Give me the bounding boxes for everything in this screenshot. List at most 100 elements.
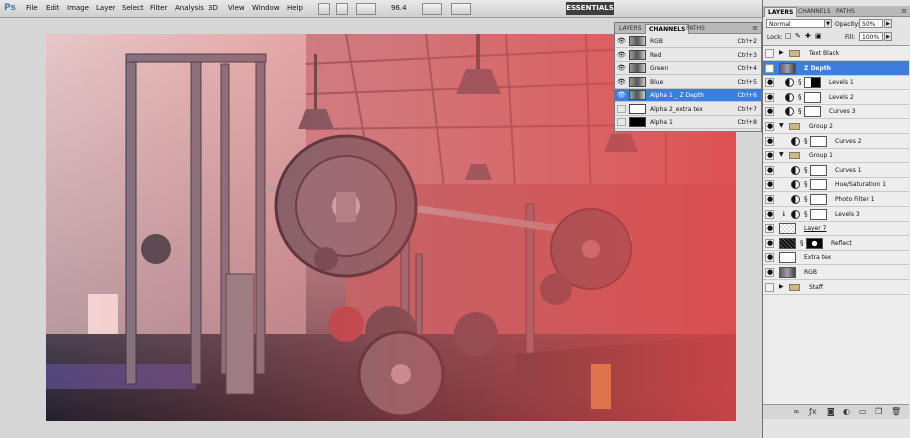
launch-mini-bridge-button[interactable] [336, 3, 348, 15]
link-icon[interactable]: § [798, 93, 802, 101]
layer-row[interactable]: ● ↓ § Levels 3 [763, 207, 909, 222]
menu-3d[interactable]: 3D [208, 4, 218, 12]
zoom-level[interactable]: 96.4 [391, 4, 407, 12]
layer-mask-thumbnail[interactable] [804, 91, 821, 103]
tab-paths[interactable]: PATHS [683, 24, 708, 34]
layer-group-row[interactable]: ▶ Text Black [763, 46, 909, 61]
visibility-toggle[interactable]: ● [765, 136, 774, 146]
layer-group-row[interactable]: ▶ Staff [763, 280, 909, 295]
chevron-right-icon[interactable]: ▶ [779, 283, 784, 290]
channel-row[interactable]: 👁 Red Ctrl+3 [615, 49, 761, 62]
layer-mask-thumbnail[interactable] [806, 237, 823, 249]
visibility-toggle[interactable]: ● [765, 268, 774, 277]
eye-icon[interactable]: 👁 [617, 91, 626, 99]
menu-edit[interactable]: Edit [46, 4, 60, 12]
link-icon[interactable]: § [798, 107, 802, 115]
view-extras-button[interactable] [356, 3, 376, 15]
channel-row[interactable]: Alpha 2_extra tex Ctrl+7 [615, 103, 761, 116]
layer-row[interactable]: ● RGB [763, 265, 909, 280]
visibility-toggle[interactable]: ● [765, 78, 774, 88]
new-layer-icon[interactable]: ❐ [875, 408, 882, 416]
eye-icon[interactable]: 👁 [617, 64, 626, 72]
layer-thumbnail[interactable] [779, 267, 796, 278]
layer-thumbnail[interactable] [779, 237, 796, 249]
folder-icon[interactable]: ▭ [859, 408, 867, 416]
layer-row[interactable]: ● § Levels 2 [763, 90, 909, 105]
lock-transparent-icon[interactable]: □ [785, 33, 792, 40]
layer-row[interactable]: ● § Levels 1 [763, 75, 909, 91]
chevron-down-icon[interactable]: ▼ [824, 19, 832, 28]
layer-thumbnail[interactable] [779, 223, 796, 235]
visibility-toggle[interactable] [765, 282, 774, 292]
eye-icon[interactable]: 👁 [617, 51, 626, 59]
lock-image-icon[interactable]: ✎ [795, 33, 802, 40]
layer-mask-thumbnail[interactable] [810, 164, 827, 176]
layer-row[interactable]: ● § Reflect [763, 236, 909, 251]
channel-row[interactable]: 👁 RGB Ctrl+2 [615, 35, 761, 48]
menu-image[interactable]: Image [67, 4, 89, 12]
visibility-toggle[interactable] [617, 118, 626, 126]
opacity-input[interactable]: 50% [859, 19, 883, 28]
menu-select[interactable]: Select [122, 4, 144, 12]
channel-row[interactable]: 👁 Green Ctrl+4 [615, 62, 761, 75]
tab-layers[interactable]: LAYERS [616, 24, 645, 34]
layer-mask-thumbnail[interactable] [810, 208, 827, 220]
layer-group-row[interactable]: ● ▼ Group 1 [763, 148, 909, 164]
channel-row[interactable]: 👁 Alpha 1 _ Z Depth Ctrl+6 [615, 89, 761, 102]
layer-row[interactable]: ● § Hue/Saturation 1 [763, 177, 909, 193]
eye-icon[interactable]: 👁 [617, 78, 626, 86]
tab-channels[interactable]: CHANNELS [795, 7, 834, 17]
menu-help[interactable]: Help [287, 4, 303, 12]
layer-row[interactable]: ● § Curves 2 [763, 134, 909, 149]
visibility-toggle[interactable]: ● [765, 92, 774, 102]
layer-mask-thumbnail[interactable] [804, 106, 821, 118]
arrange-documents-button[interactable] [422, 3, 442, 15]
link-icon[interactable]: § [800, 239, 804, 247]
visibility-toggle[interactable]: ● [765, 151, 774, 161]
mask-icon[interactable]: ◙ [827, 408, 835, 416]
link-icon[interactable]: § [804, 166, 808, 174]
chevron-down-icon[interactable]: ▼ [779, 122, 784, 129]
adjustment-icon[interactable]: ◐ [843, 408, 850, 416]
layer-row[interactable]: ● Z Depth [763, 60, 909, 76]
visibility-toggle[interactable]: ● [765, 238, 774, 248]
menu-layer[interactable]: Layer [96, 4, 116, 12]
visibility-toggle[interactable] [765, 49, 774, 58]
visibility-toggle[interactable]: ● [765, 165, 774, 175]
visibility-toggle[interactable]: ● [765, 195, 774, 204]
opacity-slider-arrow-icon[interactable]: ▶ [884, 19, 892, 28]
panel-menu-icon[interactable]: ≡ [752, 24, 758, 32]
layer-row[interactable]: ● Layer 7 [763, 221, 909, 237]
chevron-down-icon[interactable]: ▼ [779, 151, 784, 158]
visibility-toggle[interactable]: ● [765, 180, 774, 190]
visibility-toggle[interactable]: ● [765, 224, 774, 234]
lock-position-icon[interactable]: ✚ [805, 33, 812, 40]
menu-file[interactable]: File [26, 4, 38, 12]
screen-mode-button[interactable] [451, 3, 471, 15]
layer-row[interactable]: ● § Curves 1 [763, 163, 909, 178]
link-icon[interactable]: § [804, 210, 808, 218]
layer-thumbnail[interactable] [779, 252, 796, 264]
link-icon[interactable]: § [804, 180, 808, 188]
tab-paths[interactable]: PATHS [833, 7, 858, 17]
layer-row[interactable]: ● § Photo Filter 1 [763, 192, 909, 207]
visibility-toggle[interactable]: ● [765, 209, 774, 219]
layer-mask-thumbnail[interactable] [810, 179, 827, 191]
layer-group-row[interactable]: ● ▼ Group 2 [763, 119, 909, 134]
menu-analysis[interactable]: Analysis [175, 4, 204, 12]
visibility-toggle[interactable] [617, 104, 626, 113]
layer-thumbnail[interactable] [779, 62, 796, 74]
visibility-toggle[interactable]: ● [765, 63, 774, 73]
visibility-toggle[interactable]: ● [765, 107, 774, 117]
link-icon[interactable]: § [804, 137, 808, 145]
tab-layers[interactable]: LAYERS [764, 7, 798, 17]
menu-view[interactable]: View [228, 4, 245, 12]
link-icon[interactable]: § [804, 195, 808, 203]
channel-row[interactable]: 👁 Blue Ctrl+5 [615, 76, 761, 89]
fx-icon[interactable]: ƒx [809, 408, 817, 416]
layer-mask-thumbnail[interactable] [810, 194, 827, 205]
workspace-switcher[interactable]: ESSENTIALS » [566, 2, 614, 25]
visibility-toggle[interactable]: ● [765, 253, 774, 263]
eye-icon[interactable]: 👁 [617, 37, 626, 45]
layer-mask-thumbnail[interactable] [804, 77, 821, 89]
